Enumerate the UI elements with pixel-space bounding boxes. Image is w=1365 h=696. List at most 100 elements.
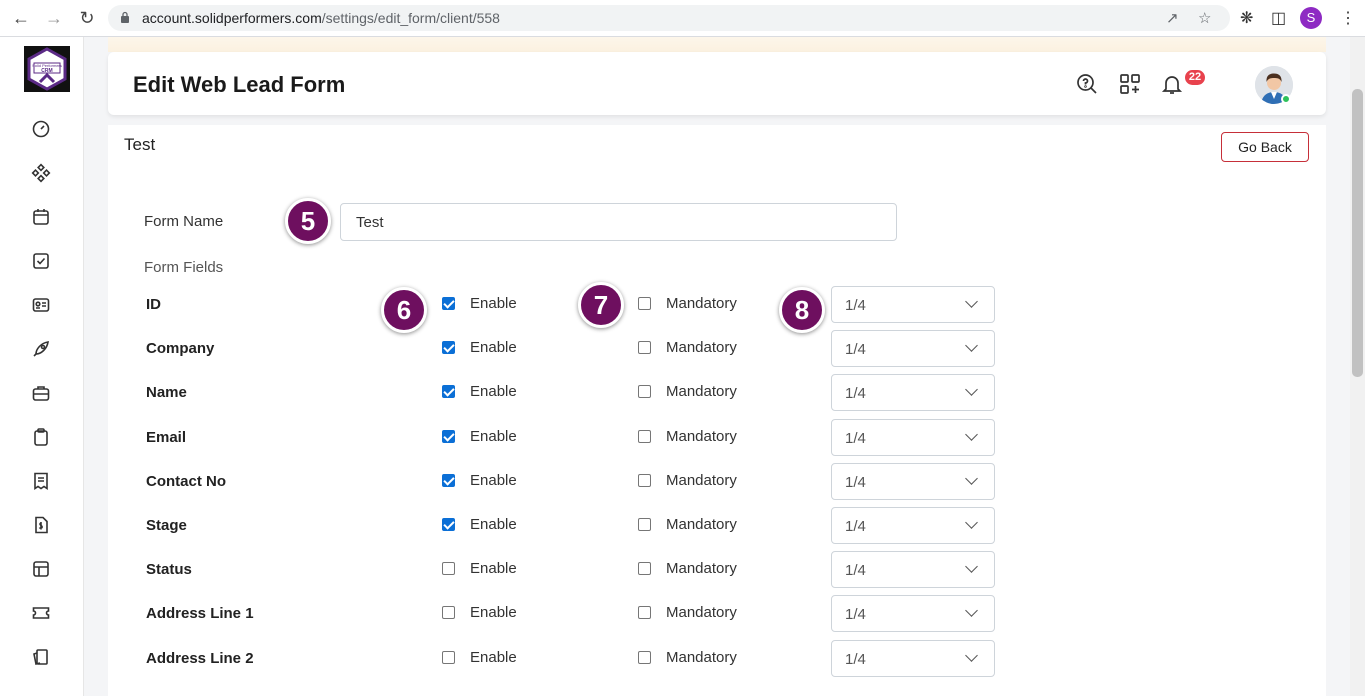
notifications-bell-icon[interactable]	[1160, 72, 1184, 96]
field-width-select[interactable]: 1/4	[831, 507, 995, 544]
field-width-select[interactable]: 1/4	[831, 463, 995, 500]
mandatory-checkbox[interactable]	[638, 385, 651, 398]
field-row: Status Enable Mandatory 1/4	[0, 551, 1365, 605]
page-header: Edit Web Lead Form	[108, 52, 1326, 115]
enable-label: Enable	[470, 295, 517, 312]
field-name: Name	[146, 384, 187, 401]
chevron-down-icon	[965, 560, 978, 573]
lock-icon	[121, 11, 129, 23]
calendar-icon[interactable]	[31, 207, 51, 227]
field-row: Contact No Enable Mandatory 1/4	[0, 463, 1365, 517]
enable-label: Enable	[470, 560, 517, 577]
go-back-button[interactable]: Go Back	[1221, 132, 1309, 162]
svg-text:CRM: CRM	[41, 68, 52, 74]
field-name: Address Line 1	[146, 605, 254, 622]
field-name: Address Line 2	[146, 650, 254, 667]
field-width-select[interactable]: 1/4	[831, 374, 995, 411]
field-width-value: 1/4	[845, 474, 866, 491]
form-name-label: Form Name	[144, 213, 224, 230]
field-name: Status	[146, 561, 192, 578]
mandatory-checkbox[interactable]	[638, 651, 651, 664]
mandatory-checkbox[interactable]	[638, 518, 651, 531]
field-width-select[interactable]: 1/4	[831, 286, 995, 323]
enable-label: Enable	[470, 516, 517, 533]
enable-checkbox[interactable]	[442, 651, 455, 664]
enable-checkbox[interactable]	[442, 385, 455, 398]
bookmark-star-icon[interactable]: ☆	[1198, 9, 1211, 27]
field-row: Name Enable Mandatory 1/4	[0, 374, 1365, 428]
enable-checkbox[interactable]	[442, 474, 455, 487]
field-width-value: 1/4	[845, 341, 866, 358]
field-width-select[interactable]: 1/4	[831, 419, 995, 456]
mandatory-label: Mandatory	[666, 560, 737, 577]
notification-count-badge: 22	[1185, 70, 1205, 85]
address-bar[interactable]: account.solidperformers.com/settings/edi…	[108, 5, 1230, 31]
page-scrollbar[interactable]	[1350, 37, 1365, 696]
mandatory-label: Mandatory	[666, 472, 737, 489]
field-width-value: 1/4	[845, 562, 866, 579]
field-row: Company Enable Mandatory 1/4	[0, 330, 1365, 384]
enable-checkbox[interactable]	[442, 297, 455, 310]
field-name: ID	[146, 296, 161, 313]
mandatory-label: Mandatory	[666, 295, 737, 312]
online-status-dot	[1281, 94, 1291, 104]
url-text: account.solidperformers.com/settings/edi…	[142, 10, 500, 26]
mandatory-checkbox[interactable]	[638, 562, 651, 575]
reload-icon[interactable]: ↻	[76, 7, 98, 29]
field-width-value: 1/4	[845, 297, 866, 314]
mandatory-checkbox[interactable]	[638, 297, 651, 310]
field-width-value: 1/4	[845, 651, 866, 668]
field-width-value: 1/4	[845, 385, 866, 402]
dashboard-icon[interactable]	[31, 119, 51, 139]
enable-label: Enable	[470, 383, 517, 400]
crm-logo[interactable]: Solid Performers CRM	[24, 46, 70, 92]
mandatory-label: Mandatory	[666, 383, 737, 400]
enable-checkbox[interactable]	[442, 341, 455, 354]
page-title: Edit Web Lead Form	[133, 72, 346, 97]
chevron-down-icon	[965, 339, 978, 352]
enable-checkbox[interactable]	[442, 606, 455, 619]
profile-avatar[interactable]: S	[1300, 7, 1322, 29]
chevron-down-icon	[965, 516, 978, 529]
mandatory-label: Mandatory	[666, 428, 737, 445]
enable-checkbox[interactable]	[442, 518, 455, 531]
mandatory-checkbox[interactable]	[638, 606, 651, 619]
field-width-select[interactable]: 1/4	[831, 330, 995, 367]
side-panel-icon[interactable]: ◫	[1271, 8, 1286, 28]
step-marker-7: 7	[578, 282, 624, 328]
form-card-title: Test	[124, 135, 156, 154]
back-arrow-icon[interactable]: ←	[10, 7, 32, 29]
apps-grid-icon[interactable]	[1118, 72, 1142, 96]
menu-kebab-icon[interactable]: ⋮	[1340, 8, 1356, 28]
field-row: Stage Enable Mandatory 1/4	[0, 507, 1365, 561]
form-name-input[interactable]	[340, 203, 897, 241]
chevron-down-icon	[965, 649, 978, 662]
step-marker-8: 8	[779, 287, 825, 333]
forward-arrow-icon[interactable]: →	[43, 7, 65, 29]
enable-label: Enable	[470, 649, 517, 666]
modules-icon[interactable]	[31, 163, 51, 183]
enable-checkbox[interactable]	[442, 562, 455, 575]
scrollbar-thumb[interactable]	[1352, 89, 1363, 377]
field-width-select[interactable]: 1/4	[831, 551, 995, 588]
chevron-down-icon	[965, 383, 978, 396]
header-backdrop	[108, 37, 1326, 52]
logo-emblem: Solid Performers CRM	[27, 47, 67, 91]
field-width-select[interactable]: 1/4	[831, 595, 995, 632]
mandatory-checkbox[interactable]	[638, 474, 651, 487]
field-row: Address Line 2 Enable Mandatory 1/4	[0, 640, 1365, 694]
mandatory-label: Mandatory	[666, 339, 737, 356]
field-width-select[interactable]: 1/4	[831, 640, 995, 677]
enable-checkbox[interactable]	[442, 430, 455, 443]
extensions-icon[interactable]: ❋	[1240, 8, 1253, 28]
tasks-icon[interactable]	[31, 251, 51, 271]
help-search-icon[interactable]	[1075, 72, 1099, 96]
share-icon[interactable]: ↗	[1166, 9, 1179, 27]
step-marker-6: 6	[381, 287, 427, 333]
enable-label: Enable	[470, 604, 517, 621]
field-row: Address Line 1 Enable Mandatory 1/4	[0, 595, 1365, 649]
field-row: ID Enable Mandatory 1/4	[0, 286, 1365, 340]
mandatory-checkbox[interactable]	[638, 430, 651, 443]
mandatory-checkbox[interactable]	[638, 341, 651, 354]
field-name: Contact No	[146, 473, 226, 490]
